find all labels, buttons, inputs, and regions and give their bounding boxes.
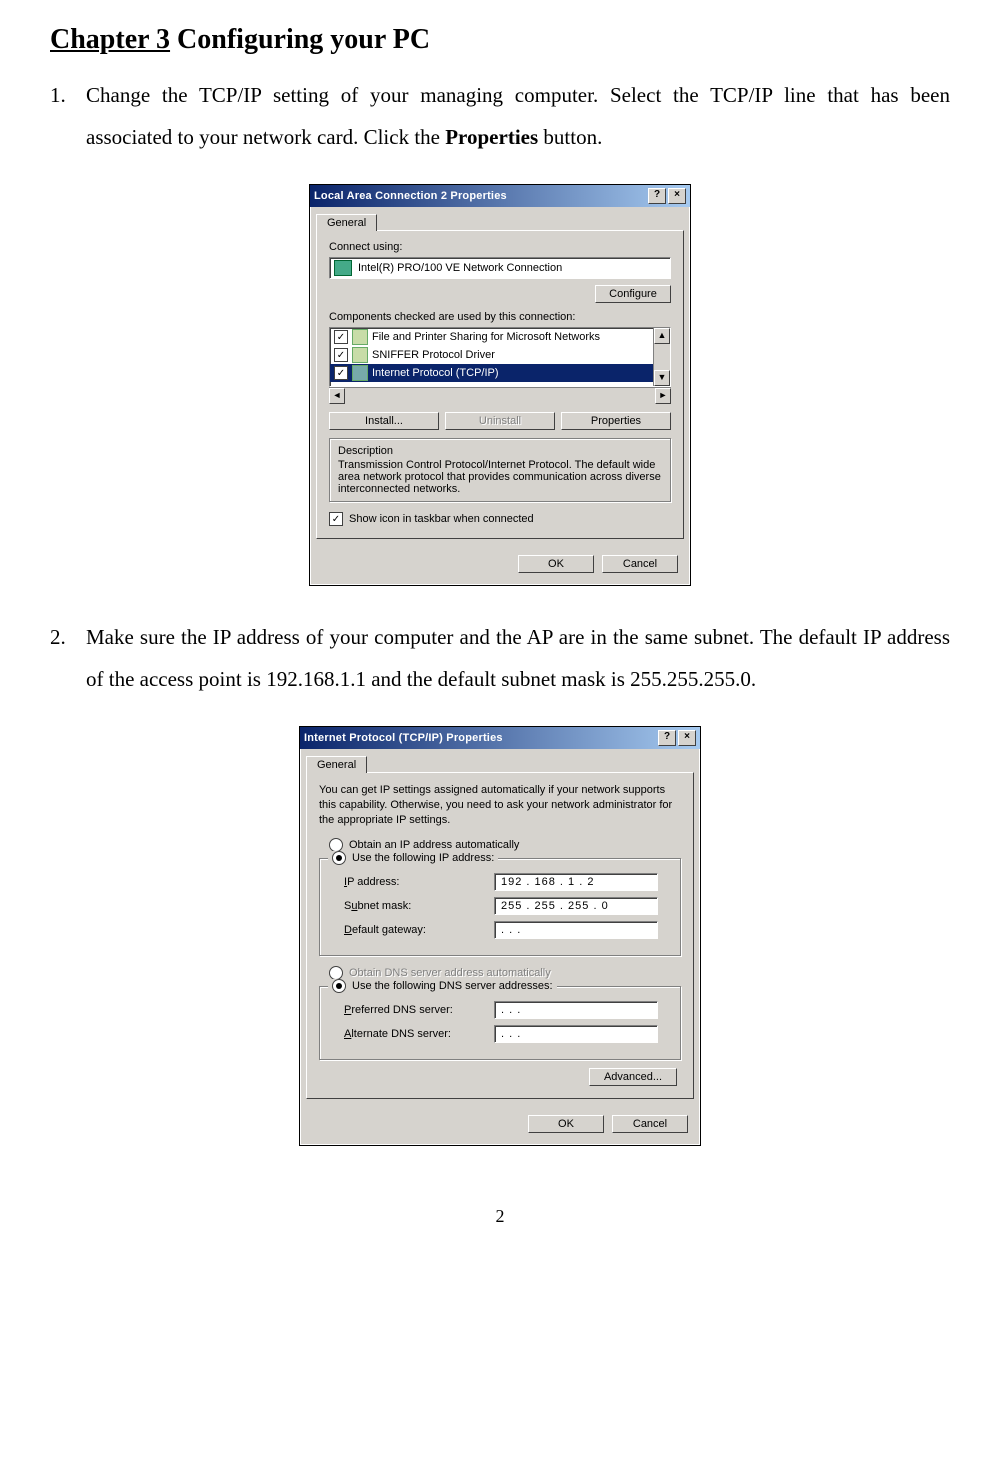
radio-use-ip-label: Use the following IP address: bbox=[352, 852, 494, 864]
radio-use-dns-label: Use the following DNS server addresses: bbox=[352, 980, 553, 992]
dlg2-body: You can get IP settings assigned automat… bbox=[306, 772, 694, 1099]
checkbox-icon[interactable]: ✓ bbox=[334, 330, 348, 344]
dns-groupbox: Use the following DNS server addresses: … bbox=[319, 986, 681, 1060]
protocol-icon bbox=[352, 347, 368, 363]
step-1: 1. Change the TCP/IP setting of your man… bbox=[50, 74, 950, 158]
component-3: Internet Protocol (TCP/IP) bbox=[372, 367, 499, 379]
ip-groupbox: Use the following IP address: IIP addres… bbox=[319, 858, 681, 956]
dlg2-close-button[interactable]: × bbox=[678, 730, 696, 746]
step-1-bold: Properties bbox=[445, 125, 538, 149]
checkbox-icon[interactable]: ✓ bbox=[334, 366, 348, 380]
list-item: ✓ SNIFFER Protocol Driver bbox=[330, 346, 670, 364]
ip-address-label: IIP address:P address: bbox=[344, 876, 494, 888]
component-2: SNIFFER Protocol Driver bbox=[372, 349, 495, 361]
show-icon-row[interactable]: ✓ Show icon in taskbar when connected bbox=[329, 512, 671, 526]
components-label: Components checked are used by this conn… bbox=[329, 311, 671, 323]
component-1: File and Printer Sharing for Microsoft N… bbox=[372, 331, 600, 343]
dlg2-footer: OK Cancel bbox=[300, 1105, 700, 1145]
dlg2-title: Internet Protocol (TCP/IP) Properties bbox=[304, 732, 503, 744]
chapter-number: Chapter 3 bbox=[50, 24, 170, 55]
connect-using-label: Connect using: bbox=[329, 241, 671, 253]
lan-properties-dialog: Local Area Connection 2 Properties ? × G… bbox=[309, 184, 691, 586]
scroll-up-icon[interactable]: ▲ bbox=[654, 328, 670, 344]
scroll-right-icon[interactable]: ► bbox=[655, 388, 671, 404]
dlg1-help-button[interactable]: ? bbox=[648, 188, 666, 204]
nic-field: Intel(R) PRO/100 VE Network Connection bbox=[329, 257, 671, 279]
uninstall-button: Uninstall bbox=[445, 412, 555, 430]
step-2-number: 2. bbox=[50, 616, 86, 700]
chapter-heading: Chapter 3 Configuring your PC bbox=[50, 24, 950, 56]
dlg1-title: Local Area Connection 2 Properties bbox=[314, 190, 507, 202]
radio-icon[interactable] bbox=[329, 838, 343, 852]
show-icon-label: Show icon in taskbar when connected bbox=[349, 513, 534, 525]
horizontal-scrollbar[interactable]: ◄ ► bbox=[329, 387, 671, 404]
radio-icon bbox=[329, 966, 343, 980]
preferred-dns-input[interactable]: . . . bbox=[494, 1001, 658, 1019]
scroll-left-icon[interactable]: ◄ bbox=[329, 388, 345, 404]
nic-name: Intel(R) PRO/100 VE Network Connection bbox=[358, 262, 562, 274]
dlg2-help-button[interactable]: ? bbox=[658, 730, 676, 746]
dlg2-intro: You can get IP settings assigned automat… bbox=[319, 783, 681, 828]
dlg1-close-button[interactable]: × bbox=[668, 188, 686, 204]
radio-icon[interactable] bbox=[332, 851, 346, 865]
dlg1-ok-button[interactable]: OK bbox=[518, 555, 594, 573]
step-1-text-after: button. bbox=[538, 125, 602, 149]
dlg2-cancel-button[interactable]: Cancel bbox=[612, 1115, 688, 1133]
chapter-title: Configuring your PC bbox=[170, 24, 430, 55]
step-2-text: Make sure the IP address of your compute… bbox=[86, 616, 950, 700]
dlg1-tabstrip: General bbox=[310, 207, 690, 230]
preferred-dns-label: Preferred DNS server: bbox=[344, 1004, 494, 1016]
components-listbox[interactable]: ✓ File and Printer Sharing for Microsoft… bbox=[329, 327, 671, 387]
step-2: 2. Make sure the IP address of your comp… bbox=[50, 616, 950, 700]
share-icon bbox=[352, 329, 368, 345]
description-text: Transmission Control Protocol/Internet P… bbox=[338, 459, 662, 495]
install-button[interactable]: Install... bbox=[329, 412, 439, 430]
radio-icon[interactable] bbox=[332, 979, 346, 993]
checkbox-icon[interactable]: ✓ bbox=[334, 348, 348, 362]
dlg2-tab-general[interactable]: General bbox=[306, 756, 367, 773]
dlg1-body: Connect using: Intel(R) PRO/100 VE Netwo… bbox=[316, 230, 684, 539]
page-number: 2 bbox=[50, 1206, 950, 1227]
dlg1-titlebar: Local Area Connection 2 Properties ? × bbox=[310, 185, 690, 207]
description-label: Description bbox=[338, 445, 662, 457]
radio-obtain-ip-label: Obtain an IP address automatically bbox=[349, 839, 519, 851]
properties-button[interactable]: Properties bbox=[561, 412, 671, 430]
advanced-button[interactable]: Advanced... bbox=[589, 1068, 677, 1086]
default-gateway-input[interactable]: . . . bbox=[494, 921, 658, 939]
list-item-selected: ✓ Internet Protocol (TCP/IP) bbox=[330, 364, 670, 382]
ip-address-input[interactable]: 192 . 168 . 1 . 2 bbox=[494, 873, 658, 891]
dlg2-titlebar: Internet Protocol (TCP/IP) Properties ? … bbox=[300, 727, 700, 749]
scroll-down-icon[interactable]: ▼ bbox=[654, 370, 670, 386]
step-1-number: 1. bbox=[50, 74, 86, 158]
show-icon-checkbox[interactable]: ✓ bbox=[329, 512, 343, 526]
dlg1-tab-general[interactable]: General bbox=[316, 214, 377, 231]
dlg1-cancel-button[interactable]: Cancel bbox=[602, 555, 678, 573]
nic-icon bbox=[334, 260, 352, 276]
protocol-icon bbox=[352, 365, 368, 381]
default-gateway-label: Default gateway: bbox=[344, 924, 494, 936]
list-item: ✓ File and Printer Sharing for Microsoft… bbox=[330, 328, 670, 346]
subnet-mask-input[interactable]: 255 . 255 . 255 . 0 bbox=[494, 897, 658, 915]
dlg1-footer: OK Cancel bbox=[310, 545, 690, 585]
vertical-scrollbar[interactable]: ▲ ▼ bbox=[653, 328, 670, 386]
description-group: Description Transmission Control Protoco… bbox=[329, 438, 671, 502]
radio-use-dns[interactable]: Use the following DNS server addresses: bbox=[328, 979, 557, 993]
radio-obtain-ip[interactable]: Obtain an IP address automatically bbox=[329, 838, 681, 852]
subnet-mask-label: Subnet mask: bbox=[344, 900, 494, 912]
dlg2-tabstrip: General bbox=[300, 749, 700, 772]
configure-button[interactable]: Configure bbox=[595, 285, 671, 303]
dlg2-ok-button[interactable]: OK bbox=[528, 1115, 604, 1133]
tcpip-properties-dialog: Internet Protocol (TCP/IP) Properties ? … bbox=[299, 726, 701, 1146]
alternate-dns-input[interactable]: . . . bbox=[494, 1025, 658, 1043]
step-1-text: Change the TCP/IP setting of your managi… bbox=[86, 74, 950, 158]
radio-obtain-dns-label: Obtain DNS server address automatically bbox=[349, 967, 551, 979]
radio-use-ip[interactable]: Use the following IP address: bbox=[328, 851, 498, 865]
radio-obtain-dns: Obtain DNS server address automatically bbox=[329, 966, 681, 980]
alternate-dns-label: Alternate DNS server: bbox=[344, 1028, 494, 1040]
